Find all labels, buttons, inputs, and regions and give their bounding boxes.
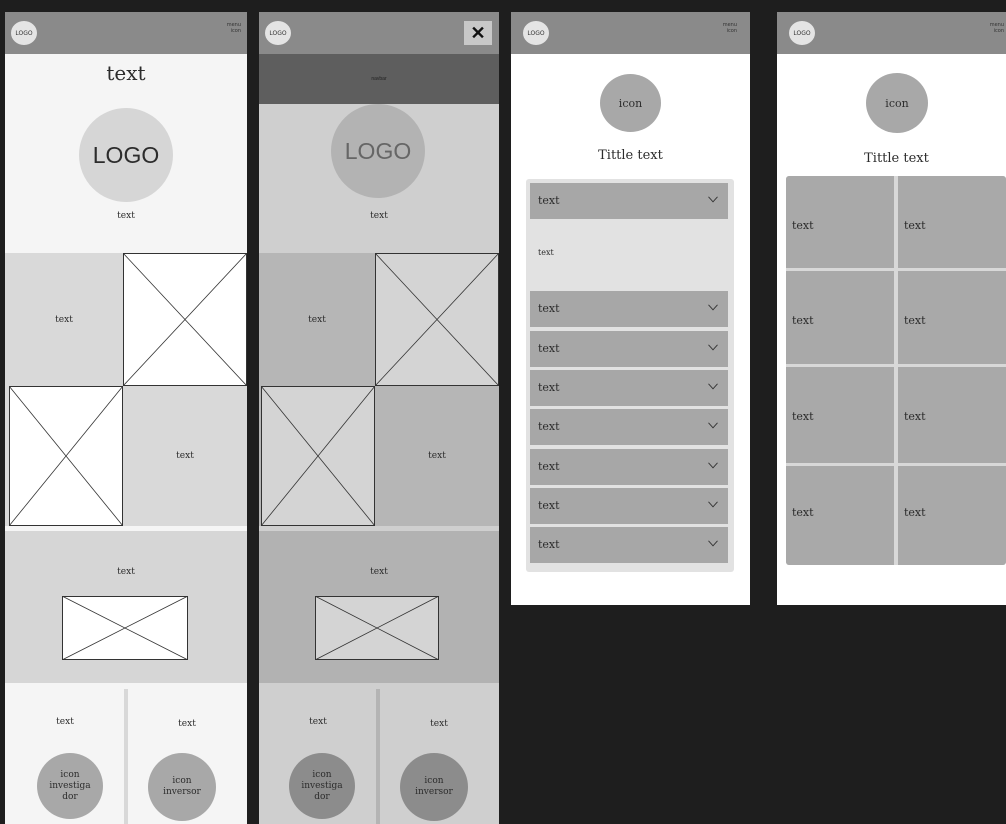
accordion-label: text — [538, 302, 560, 315]
accordion-header[interactable]: text — [530, 331, 728, 367]
banner-section: text — [259, 531, 499, 683]
column-right-text: text — [430, 719, 448, 729]
logo-button[interactable]: LOGO — [11, 21, 37, 45]
chevron-down-icon — [708, 344, 718, 351]
chevron-down-icon — [708, 540, 718, 547]
grid-cell[interactable]: text — [898, 176, 1006, 268]
accordion-header[interactable]: text — [530, 370, 728, 406]
chevron-down-icon — [708, 383, 718, 390]
feature-text-b: text — [428, 451, 446, 461]
image-placeholder — [315, 596, 439, 660]
grid-cell-text: text — [904, 506, 926, 519]
hero-title: text — [106, 61, 146, 85]
menu-icon[interactable]: menu icon — [217, 22, 241, 34]
image-placeholder — [375, 253, 499, 386]
accordion-label: text — [538, 460, 560, 473]
accordion: text text text text text text text text — [526, 179, 734, 572]
accordion-header[interactable]: text — [530, 527, 728, 563]
column-left-text: text — [56, 717, 74, 727]
column-right-text: text — [178, 719, 196, 729]
screen-grid: LOGO menu icon icon Tittle text text tex… — [777, 12, 1006, 605]
accordion-header[interactable]: text — [530, 409, 728, 445]
image-placeholder — [261, 386, 375, 526]
accordion-header[interactable]: text — [530, 488, 728, 524]
accordion-label: text — [538, 420, 560, 433]
profile-section: text text icon investiga dor icon invers… — [259, 683, 499, 824]
grid-cell[interactable]: text — [786, 271, 894, 364]
accordion-header-open[interactable]: text — [530, 183, 728, 219]
card-grid: text text text text text text text text — [786, 176, 1006, 565]
grid-cell-text: text — [792, 314, 814, 327]
image-placeholder — [62, 596, 188, 660]
hero-logo: LOGO — [79, 108, 173, 202]
accordion-label: text — [538, 499, 560, 512]
investigador-icon[interactable]: icon investiga dor — [289, 753, 355, 819]
logo-button[interactable]: LOGO — [789, 21, 815, 45]
logo-button[interactable]: LOGO — [523, 21, 549, 45]
section-icon: icon — [600, 74, 661, 132]
section-icon: icon — [866, 73, 928, 133]
screen-accordion: LOGO menu icon icon Tittle text text tex… — [511, 12, 750, 605]
image-placeholder — [9, 386, 123, 526]
feature-grid: text text — [259, 253, 499, 526]
grid-cell-text: text — [904, 219, 926, 232]
chevron-down-icon — [708, 422, 718, 429]
grid-cell-text: text — [904, 410, 926, 423]
column-left-text: text — [309, 717, 327, 727]
hero-logo: LOGO — [331, 104, 425, 198]
chevron-down-icon — [708, 196, 718, 203]
accordion-label: text — [538, 538, 560, 551]
logo-button[interactable]: LOGO — [265, 21, 291, 45]
accordion-label: text — [538, 342, 560, 355]
grid-cell-text: text — [904, 314, 926, 327]
top-bar: LOGO menu icon — [777, 12, 1006, 54]
column-divider — [124, 689, 128, 824]
feature-text-a: text — [308, 314, 326, 325]
menu-icon[interactable]: menu icon — [713, 22, 737, 34]
inversor-icon[interactable]: icon inversor — [400, 753, 468, 821]
inversor-icon[interactable]: icon inversor — [148, 753, 216, 821]
accordion-header[interactable]: text — [530, 291, 728, 327]
feature-text-a: text — [55, 314, 73, 325]
grid-cell-text: text — [792, 410, 814, 423]
top-bar: LOGO menu icon — [5, 12, 247, 54]
accordion-body-text: text — [538, 248, 554, 257]
grid-cell-text: text — [792, 506, 814, 519]
profile-section: text text icon investiga dor icon invers… — [5, 683, 247, 824]
screen-menu-open: LOGO ✕ navbar LOGO text text text text t… — [259, 12, 499, 824]
navbar[interactable]: navbar — [259, 54, 499, 104]
chevron-down-icon — [708, 501, 718, 508]
investigador-icon[interactable]: icon investiga dor — [37, 753, 103, 819]
hero-section: LOGO text — [259, 104, 499, 242]
grid-cell[interactable]: text — [786, 466, 894, 565]
image-placeholder — [123, 253, 247, 386]
grid-cell-text: text — [792, 219, 814, 232]
banner-section: text — [5, 531, 247, 683]
banner-text: text — [370, 567, 388, 577]
chevron-down-icon — [708, 462, 718, 469]
grid-cell[interactable]: text — [898, 466, 1006, 565]
top-bar: LOGO ✕ — [259, 12, 499, 54]
accordion-label: text — [538, 194, 560, 207]
chevron-down-icon — [708, 304, 718, 311]
banner-text: text — [117, 567, 135, 577]
grid-cell[interactable]: text — [898, 367, 1006, 463]
hero-caption: text — [370, 211, 388, 221]
grid-cell[interactable]: text — [786, 367, 894, 463]
top-bar: LOGO menu icon — [511, 12, 750, 54]
screen-home: LOGO menu icon text LOGO text text text … — [5, 12, 247, 824]
page-title: Tittle text — [864, 150, 929, 166]
column-divider — [376, 689, 380, 824]
accordion-label: text — [538, 381, 560, 394]
close-icon[interactable]: ✕ — [464, 21, 492, 45]
menu-icon[interactable]: menu icon — [980, 22, 1004, 34]
accordion-header[interactable]: text — [530, 449, 728, 485]
page-title: Tittle text — [598, 147, 663, 163]
feature-grid: text text — [5, 253, 247, 526]
grid-cell[interactable]: text — [898, 271, 1006, 364]
grid-cell[interactable]: text — [786, 176, 894, 268]
feature-text-b: text — [176, 451, 194, 461]
hero-caption: text — [117, 211, 135, 221]
accordion-panel: text — [530, 219, 728, 291]
